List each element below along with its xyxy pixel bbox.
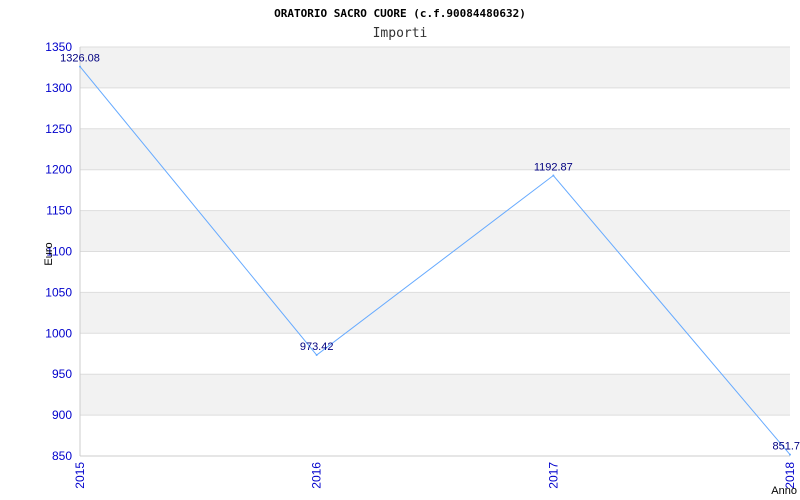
y-tick-label: 1000	[45, 326, 72, 340]
grid-band	[80, 292, 790, 334]
grid-band	[80, 87, 790, 129]
data-point	[552, 174, 555, 177]
data-label: 973.42	[300, 341, 334, 353]
y-tick-label: 1050	[45, 285, 72, 299]
x-tick-label: 2015	[73, 462, 87, 489]
chart-subtitle: Importi	[373, 26, 428, 41]
y-axis-label: Euro	[43, 242, 55, 265]
line-chart: ORATORIO SACRO CUORE (c.f.90084480632) I…	[43, 7, 800, 497]
grid-band	[80, 251, 790, 293]
y-tick-label: 850	[52, 449, 72, 463]
y-tick-label: 950	[52, 367, 72, 381]
grid-band	[80, 47, 790, 88]
y-tick-label: 1200	[45, 163, 72, 177]
grid-band	[80, 210, 790, 252]
data-point	[79, 65, 81, 68]
y-tick-label: 1250	[45, 122, 72, 136]
chart-title: ORATORIO SACRO CUORE (c.f.90084480632)	[274, 7, 526, 20]
x-axis-label: Anno	[771, 485, 797, 497]
y-tick-label: 900	[52, 408, 72, 422]
grid-band	[80, 333, 790, 375]
data-label: 1326.08	[60, 53, 100, 65]
data-point	[315, 354, 318, 357]
y-tick-label: 1150	[46, 204, 72, 218]
grid-band	[80, 415, 790, 456]
grid-band	[80, 169, 790, 211]
grid-band	[80, 374, 790, 416]
x-tick-label: 2016	[310, 462, 324, 489]
data-point	[789, 453, 791, 456]
data-label: 851.7	[772, 441, 800, 453]
x-tick-label: 2017	[546, 462, 560, 489]
data-label: 1192.87	[534, 162, 573, 174]
grid-band	[80, 128, 790, 170]
x-tick-labels: 2015 2016 2017 2018	[73, 462, 797, 489]
y-tick-label: 1300	[45, 81, 72, 95]
